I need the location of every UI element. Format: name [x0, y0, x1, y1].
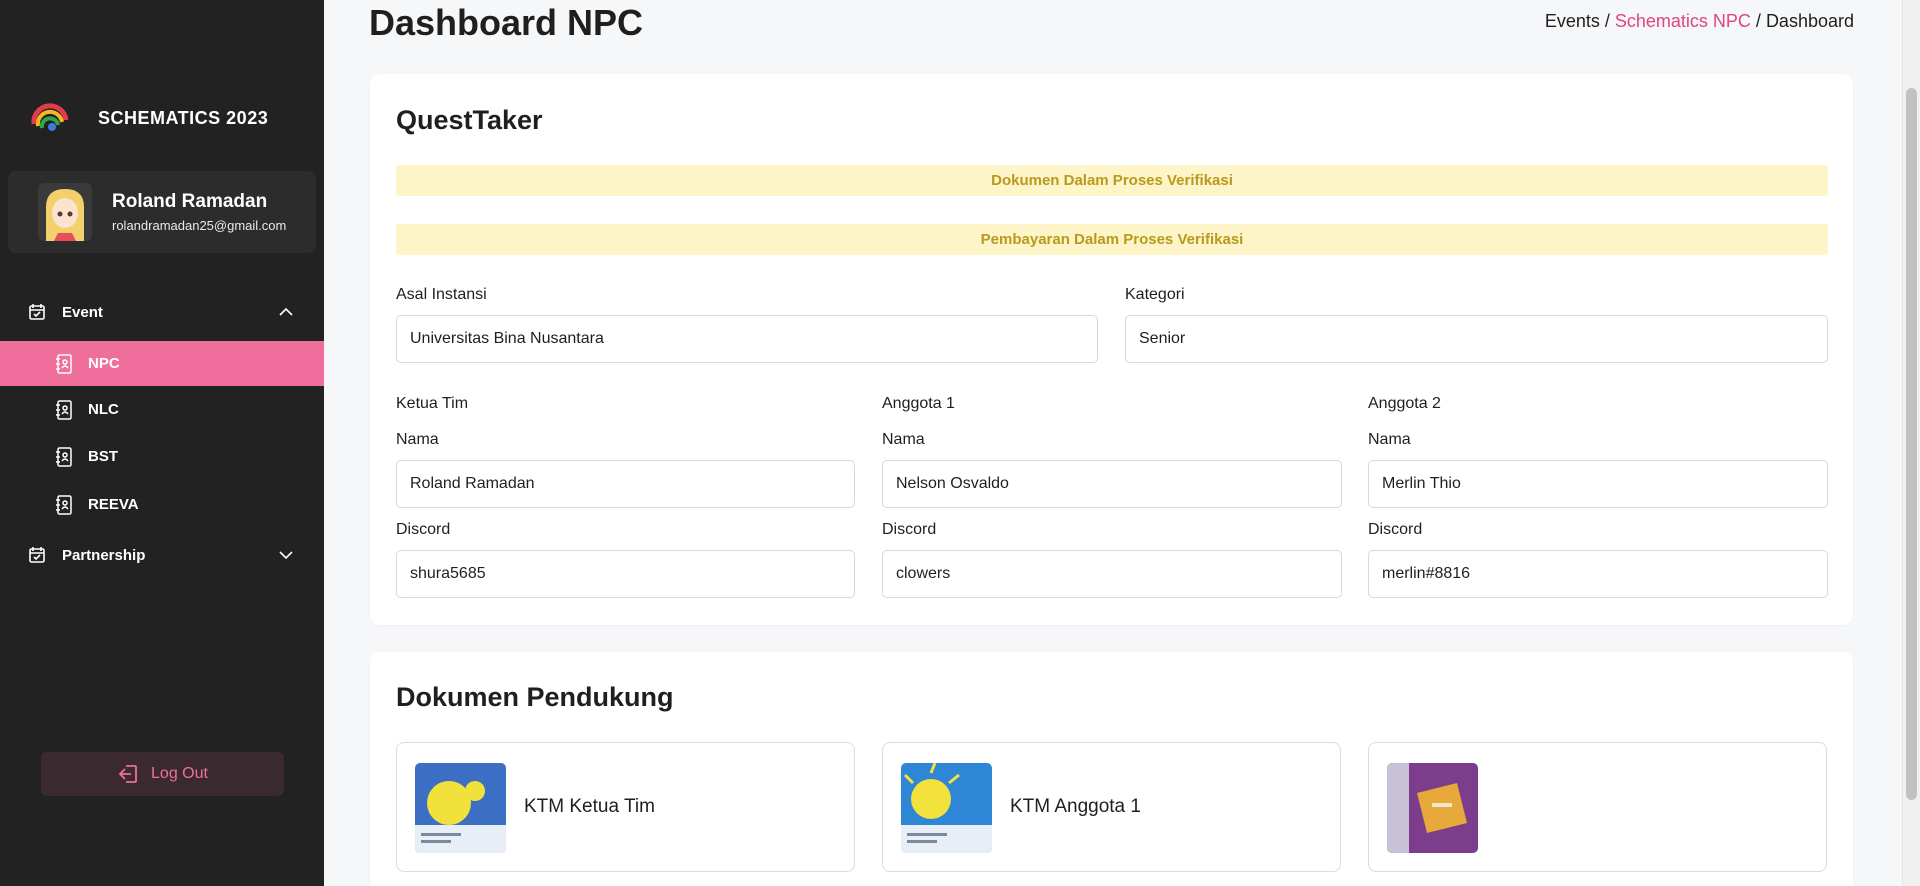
user-profile-card[interactable]: Roland Ramadan rolandramadan25@gmail.com	[8, 171, 316, 253]
name-label: Nama	[882, 431, 925, 448]
discord-label: Discord	[882, 521, 937, 538]
sidebar-item-label: NPC	[88, 355, 120, 372]
leader-name-field[interactable]: Roland Ramadan	[396, 460, 855, 508]
brand-name: SCHEMATICS 2023	[98, 107, 269, 128]
member1-name-field[interactable]: Nelson Osvaldo	[882, 460, 1342, 508]
document-thumbnail	[901, 763, 992, 853]
contact-book-icon	[56, 353, 72, 374]
document-thumbnail	[1387, 763, 1478, 853]
category-label: Kategori	[1125, 286, 1185, 303]
chevron-up-icon[interactable]	[278, 304, 294, 320]
name-label: Nama	[1368, 431, 1411, 448]
contact-book-icon	[56, 494, 72, 515]
breadcrumb-schematics-npc[interactable]: Schematics NPC	[1615, 11, 1751, 31]
member2-discord-field[interactable]: merlin#8816	[1368, 550, 1828, 598]
document-label: KTM Ketua Tim	[524, 796, 655, 817]
calendar-check-icon	[29, 304, 45, 320]
calendar-check-icon	[29, 547, 45, 563]
institution-label: Asal Instansi	[396, 286, 487, 303]
nav-group-label: Event	[62, 303, 103, 321]
document-item-member2[interactable]	[1368, 742, 1827, 872]
team-info-card: QuestTaker Dokumen Dalam Proses Verifika…	[370, 74, 1853, 625]
profile-name: Roland Ramadan	[112, 191, 268, 212]
sidebar-item-npc[interactable]: NPC	[0, 341, 324, 386]
leader-discord-field[interactable]: shura5685	[396, 550, 855, 598]
institution-field[interactable]: Universitas Bina Nusantara	[396, 315, 1098, 363]
sidebar-item-label: REEVA	[88, 496, 139, 513]
breadcrumb-separator: /	[1750, 11, 1766, 31]
breadcrumb-separator: /	[1599, 11, 1615, 31]
schematics-logo-icon	[31, 103, 69, 131]
document-thumbnail	[415, 763, 506, 853]
logout-icon	[118, 765, 137, 783]
brand[interactable]: SCHEMATICS 2023	[30, 98, 268, 138]
member1-discord-field[interactable]: clowers	[882, 550, 1342, 598]
logout-label: Log Out	[151, 765, 208, 782]
document-item-member1[interactable]: KTM Anggota 1	[882, 742, 1341, 872]
member2-name-field[interactable]: Merlin Thio	[1368, 460, 1828, 508]
scrollbar-thumb[interactable]	[1906, 88, 1917, 800]
contact-book-icon	[56, 399, 72, 420]
sidebar-item-label: NLC	[88, 401, 119, 418]
breadcrumb-current: Dashboard	[1765, 11, 1854, 31]
document-label: KTM Anggota 1	[1010, 796, 1141, 817]
team-name: QuestTaker	[396, 105, 543, 135]
name-label: Nama	[396, 431, 439, 448]
breadcrumb-events[interactable]: Events	[1545, 11, 1600, 31]
contact-book-icon	[56, 446, 72, 467]
member-role-label: Ketua Tim	[396, 395, 469, 412]
logout-button[interactable]: Log Out	[41, 752, 284, 796]
profile-email: rolandramadan25@gmail.com	[112, 218, 287, 233]
document-status-alert: Dokumen Dalam Proses Verifikasi	[396, 165, 1828, 196]
supporting-documents-card: Dokumen Pendukung KTM Ketua Tim KTM Angg…	[370, 652, 1853, 886]
nav-group-label: Partnership	[62, 546, 146, 564]
breadcrumb: Events / Schematics NPC / Dashboard	[1545, 11, 1854, 32]
chevron-down-icon[interactable]	[278, 547, 294, 563]
sidebar-item-label: BST	[88, 448, 118, 465]
page-scrollbar[interactable]	[1902, 0, 1920, 886]
document-item-leader[interactable]: KTM Ketua Tim	[396, 742, 855, 872]
nav-group-event[interactable]: Event	[0, 289, 324, 335]
sidebar-item-bst[interactable]: BST	[0, 434, 324, 479]
sidebar-item-reeva[interactable]: REEVA	[0, 482, 324, 527]
documents-title: Dokumen Pendukung	[396, 682, 674, 712]
sidebar-item-nlc[interactable]: NLC	[0, 387, 324, 432]
discord-label: Discord	[396, 521, 451, 538]
member-role-label: Anggota 1	[882, 395, 955, 412]
page-title: Dashboard NPC	[369, 2, 644, 43]
category-field[interactable]: Senior	[1125, 315, 1828, 363]
sidebar: SCHEMATICS 2023 Roland Ramadan rolandram…	[0, 0, 324, 886]
discord-label: Discord	[1368, 521, 1423, 538]
avatar	[38, 183, 92, 241]
member-role-label: Anggota 2	[1368, 395, 1441, 412]
nav-group-partnership[interactable]: Partnership	[0, 532, 324, 578]
payment-status-alert: Pembayaran Dalam Proses Verifikasi	[396, 224, 1828, 255]
